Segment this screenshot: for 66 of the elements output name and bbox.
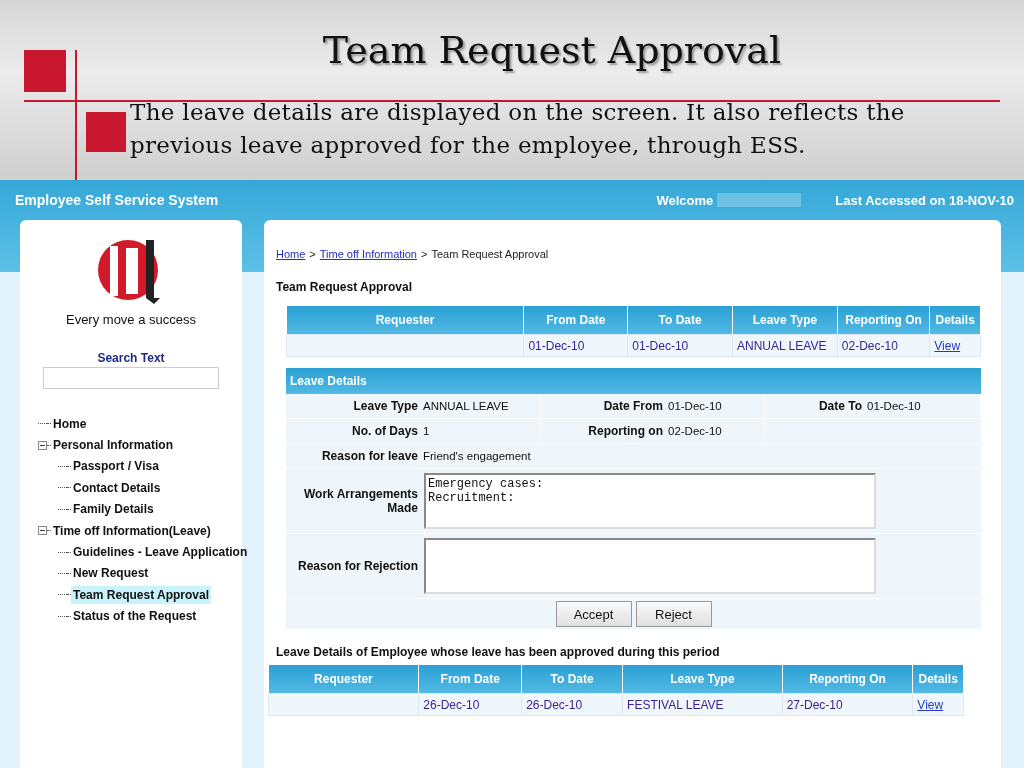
column-header: From Date xyxy=(418,665,522,694)
section-heading: Team Request Approval xyxy=(276,280,414,294)
accept-button[interactable]: Accept xyxy=(555,601,632,627)
table-cell: 01-Dec-10 xyxy=(523,334,628,357)
section-heading: Leave Details of Employee whose leave has been approved during this period xyxy=(276,645,721,659)
slide-text: The leave details are displayed on the screen. It also reflects the previous leave approved for the employee, through ESS. xyxy=(130,98,906,160)
column-header: Reporting On xyxy=(782,665,913,694)
slide-title: Team Request Approval xyxy=(321,28,782,72)
collapse-icon[interactable] xyxy=(38,526,47,536)
column-header: Requester xyxy=(268,665,419,694)
column-header: To Date xyxy=(627,306,733,335)
field-label: Date To xyxy=(765,394,865,419)
column-header: Details xyxy=(929,306,981,335)
tree-item[interactable]: Guidelines - Leave Application xyxy=(71,543,250,562)
field-label: Date From xyxy=(541,394,666,419)
table-cell: 26-Dec-10 xyxy=(521,693,623,716)
tree-item[interactable]: Time off Information(Leave) xyxy=(51,521,213,540)
text-area[interactable] xyxy=(424,538,876,594)
field-label: Work Arrangements Made xyxy=(302,487,419,515)
tree-item[interactable]: Home xyxy=(51,414,89,433)
field-label: Leave Type xyxy=(286,394,421,419)
table-cell: 02-Dec-10 xyxy=(837,334,930,357)
collapse-icon[interactable] xyxy=(38,440,47,450)
search-field[interactable] xyxy=(43,367,219,389)
column-header: Reporting On xyxy=(837,306,930,335)
field-value: ANNUAL LEAVE xyxy=(421,394,541,419)
column-header: To Date xyxy=(521,665,623,694)
column-header: Leave Type xyxy=(622,665,783,694)
field-value: 01-Dec-10 xyxy=(666,394,765,419)
tree-item[interactable]: Personal Information xyxy=(51,436,176,455)
field-value: Friend's engagement xyxy=(421,444,981,469)
column-header: Requester xyxy=(286,306,524,335)
table-cell: FESTIVAL LEAVE xyxy=(622,693,783,716)
field-value: 02-Dec-10 xyxy=(666,419,765,444)
welcome-text: Welcome xyxy=(656,192,714,208)
column-header: Details xyxy=(912,665,964,694)
logo-tagline: Every move a success xyxy=(65,312,196,327)
panel-title: Leave Details xyxy=(286,368,981,394)
search-label: Search Text xyxy=(97,351,165,365)
table-cell: 27-Dec-10 xyxy=(782,693,913,716)
breadcrumb-separator: > xyxy=(309,248,316,260)
breadcrumb-current: Team Request Approval xyxy=(431,248,549,260)
column-header: From Date xyxy=(523,306,628,335)
breadcrumb-separator: > xyxy=(421,248,428,260)
table-cell: ANNUAL LEAVE xyxy=(732,334,838,357)
field-label: No. of Days xyxy=(286,419,421,444)
table-cell: 01-Dec-10 xyxy=(627,334,733,357)
app-title: Employee Self Service System xyxy=(15,192,219,208)
column-header: Leave Type xyxy=(732,306,838,335)
breadcrumb-link[interactable]: Time off Information xyxy=(319,248,417,260)
tree-item[interactable]: Family Details xyxy=(71,500,156,519)
reject-button[interactable]: Reject xyxy=(635,601,712,627)
tree-item[interactable]: Passport / Visa xyxy=(71,457,161,476)
tree-item[interactable]: Status of the Request xyxy=(71,607,199,626)
field-value: 1 xyxy=(421,419,541,444)
tree-item[interactable]: Contact Details xyxy=(71,478,163,497)
tree-item[interactable]: New Request xyxy=(71,564,151,583)
field-label: Reason for Rejection xyxy=(296,559,419,573)
last-accessed-text: Last Accessed on 18-NOV-10 xyxy=(835,192,1014,208)
field-label: Reason for leave xyxy=(286,444,421,469)
field-label: Reporting on xyxy=(541,419,666,444)
field-value: 01-Dec-10 xyxy=(865,394,981,419)
breadcrumb-link[interactable]: Home xyxy=(276,248,306,260)
table-cell: 26-Dec-10 xyxy=(418,693,522,716)
tree-item[interactable]: Team Request Approval xyxy=(71,585,212,604)
text-area[interactable]: Emergency cases: Recruitment: xyxy=(424,473,876,529)
